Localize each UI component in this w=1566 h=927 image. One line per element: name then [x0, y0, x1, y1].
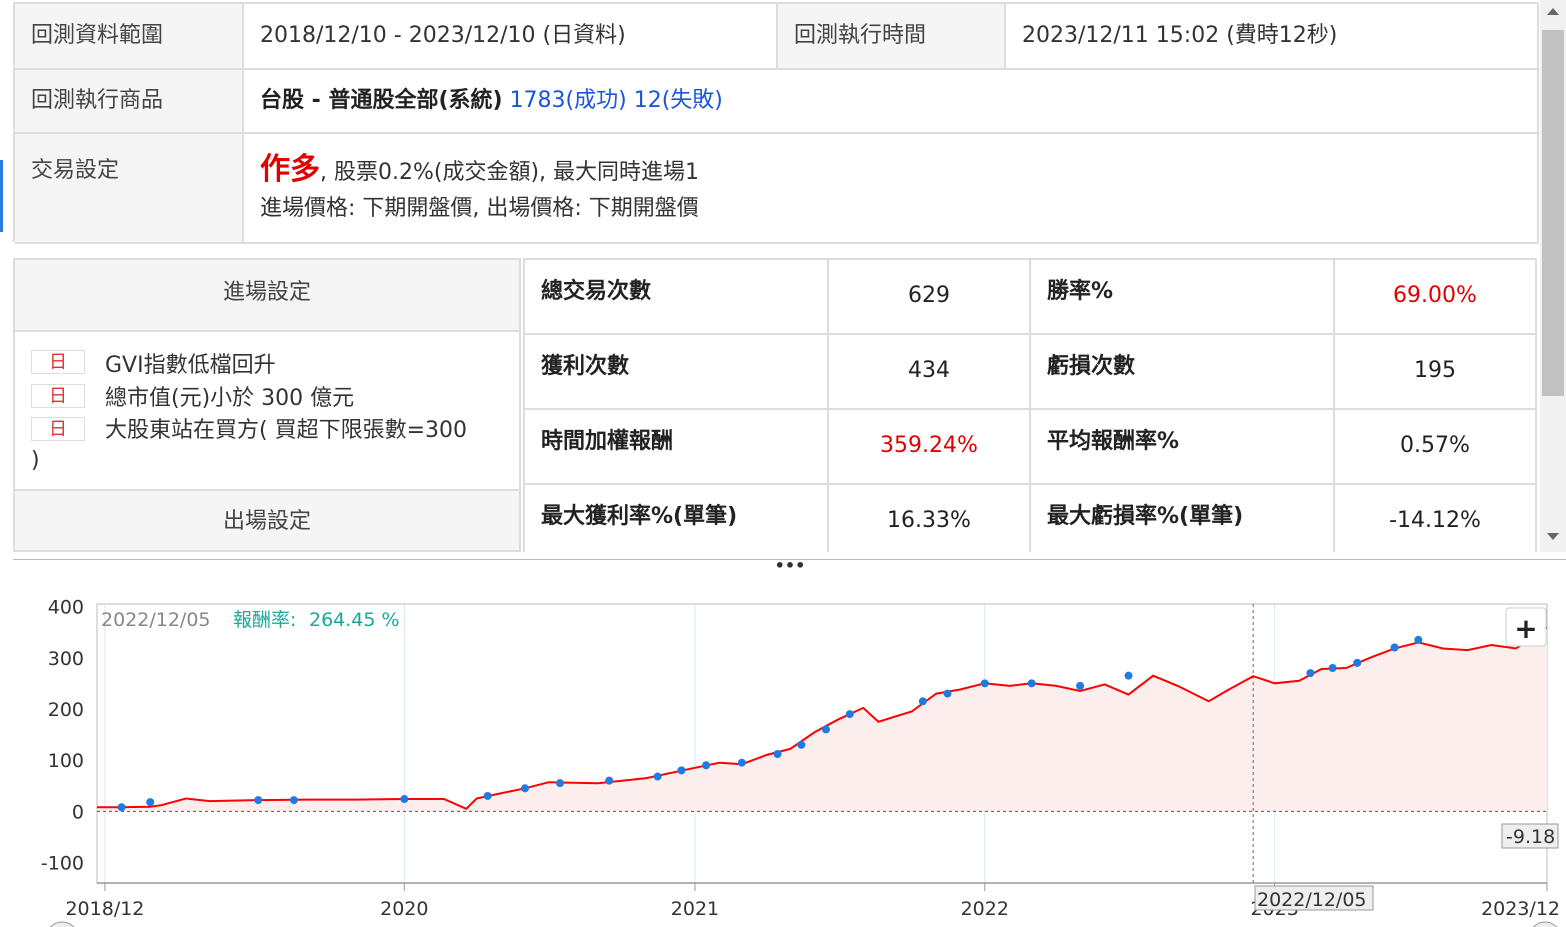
tooltip-value: 264.45 %	[309, 609, 400, 631]
trade-marker	[1390, 643, 1399, 652]
trade-marker	[254, 796, 263, 805]
trade-marker	[702, 761, 711, 770]
exit-title: 出場設定	[15, 489, 519, 550]
trade-marker	[773, 749, 782, 758]
max-win-value: 16.33%	[829, 485, 1031, 552]
range-handle-right-icon[interactable]	[1529, 921, 1561, 927]
max-loss-label: 最大虧損率%(單筆)	[1031, 485, 1335, 552]
trade-marker	[521, 784, 530, 793]
entry-title: 進場設定	[15, 260, 519, 332]
summary-table: 回測資料範圍 2018/12/10 - 2023/12/10 (日資料) 回測執…	[13, 2, 1539, 244]
trade-marker	[653, 772, 662, 781]
range-label: 回測資料範圍	[15, 4, 244, 70]
stats-table: 總交易次數 629 勝率% 69.00% 獲利次數 434 虧損次數 195 時…	[523, 258, 1537, 552]
trade-marker	[400, 795, 409, 804]
y-tick-label: 100	[48, 750, 84, 772]
trade-marker	[1124, 671, 1133, 680]
trade-marker	[1328, 663, 1337, 672]
trade-fee: , 股票0.2%(成交金額), 最大同時進場1	[320, 160, 700, 185]
entry-panel: 進場設定 日 GVI指數低檔回升 日 總市值(元)小於 300 億元 日 大股東…	[13, 258, 521, 552]
trade-settings: 作多, 股票0.2%(成交金額), 最大同時進場1 進場價格: 下期開盤價, 出…	[244, 134, 1539, 244]
y-tick-label: 0	[72, 801, 84, 823]
last-value-badge: -9.18	[1501, 823, 1559, 849]
trade-marker	[845, 710, 854, 719]
win-rate-value: 69.00%	[1335, 260, 1537, 335]
x-tick-label: 2022	[961, 898, 1009, 920]
last-value-label: -9.18	[1506, 826, 1555, 848]
total-trades-label: 總交易次數	[525, 260, 829, 335]
condition-text-2: 總市值(元)小於 300 億元	[105, 386, 355, 411]
product-value: 台股 - 普通股全部(系統) 1783(成功) 12(失敗)	[244, 70, 1539, 134]
win-count-value: 434	[829, 335, 1031, 410]
x-tick-label: 2023/12	[1481, 898, 1560, 920]
crosshair-date: 2022/12/05	[1257, 889, 1367, 911]
exec-time-value: 2023/12/11 15:02 (費時12秒)	[1006, 4, 1539, 70]
crosshair-date-badge: 2022/12/05	[1254, 885, 1374, 911]
plus-icon[interactable]: +	[1514, 612, 1537, 645]
range-handle-left-icon[interactable]	[46, 921, 78, 927]
trade-marker	[918, 697, 927, 706]
avg-return-label: 平均報酬率%	[1031, 410, 1335, 485]
trade-marker	[797, 740, 806, 749]
trade-direction: 作多	[260, 152, 320, 187]
trade-marker	[289, 796, 298, 805]
trade-marker	[677, 766, 686, 775]
total-trades-value: 629	[829, 260, 1031, 335]
x-tick-label: 2018/12	[65, 898, 144, 920]
trade-marker	[605, 776, 614, 785]
loss-count-value: 195	[1335, 335, 1537, 410]
trade-marker	[1306, 669, 1315, 678]
condition-text-3-wrap: )	[31, 448, 40, 473]
zoom-in-button[interactable]: +	[1505, 607, 1547, 647]
max-loss-value: -14.12%	[1335, 485, 1537, 552]
trade-marker	[737, 758, 746, 767]
y-tick-label: 400	[48, 597, 84, 619]
trade-marker	[1076, 681, 1085, 690]
y-tick-label: 200	[48, 699, 84, 721]
trade-marker	[1027, 679, 1036, 688]
equity-area	[97, 627, 1547, 812]
tooltip-label: 報酬率:	[233, 609, 296, 631]
x-tick-label: 2021	[671, 898, 719, 920]
exec-time-label: 回測執行時間	[778, 4, 1006, 70]
scroll-up-icon[interactable]	[1547, 8, 1559, 15]
scrollbar[interactable]	[1540, 0, 1566, 552]
trade-marker	[146, 798, 155, 807]
avg-return-value: 0.57%	[1335, 410, 1537, 485]
trade-marker	[555, 779, 564, 788]
max-win-label: 最大獲利率%(單筆)	[525, 485, 829, 552]
trade-label: 交易設定	[15, 134, 244, 244]
range-value: 2018/12/10 - 2023/12/10 (日資料)	[244, 4, 778, 70]
trade-marker	[821, 725, 830, 734]
condition-tag-1: 日	[31, 350, 85, 374]
selection-marker	[0, 160, 3, 232]
tooltip-date: 2022/12/05	[101, 609, 211, 631]
condition-text-3: 大股東站在買方( 買超下限張數=300	[105, 418, 468, 443]
trade-marker	[1353, 658, 1362, 667]
condition-tag-3: 日	[31, 417, 85, 441]
condition-tag-2: 日	[31, 384, 85, 408]
y-tick-label: 300	[48, 648, 84, 670]
trade-marker	[117, 803, 126, 812]
product-label: 回測執行商品	[15, 70, 244, 134]
scroll-down-icon[interactable]	[1547, 533, 1559, 540]
twr-label: 時間加權報酬	[525, 410, 829, 485]
y-tick-label: -100	[41, 853, 84, 875]
scrollbar-thumb[interactable]	[1542, 30, 1564, 396]
trade-marker	[943, 689, 952, 698]
win-rate-label: 勝率%	[1031, 260, 1335, 335]
product-fail-link[interactable]: 12(失敗)	[634, 88, 723, 113]
loss-count-label: 虧損次數	[1031, 335, 1335, 410]
condition-text-1: GVI指數低檔回升	[105, 353, 276, 378]
win-count-label: 獲利次數	[525, 335, 829, 410]
x-tick-label: 2020	[380, 898, 428, 920]
trade-marker	[980, 679, 989, 688]
trade-price-rule: 進場價格: 下期開盤價, 出場價格: 下期開盤價	[260, 196, 699, 221]
trade-marker	[483, 791, 492, 800]
trade-marker	[1414, 635, 1423, 644]
product-name: 台股 - 普通股全部(系統)	[260, 88, 503, 113]
equity-chart[interactable]: 400 300 200 100 0 -100 2018/12 2020 2021 2022 202…	[0, 560, 1566, 927]
twr-value: 359.24%	[829, 410, 1031, 485]
product-success-link[interactable]: 1783(成功)	[510, 88, 627, 113]
